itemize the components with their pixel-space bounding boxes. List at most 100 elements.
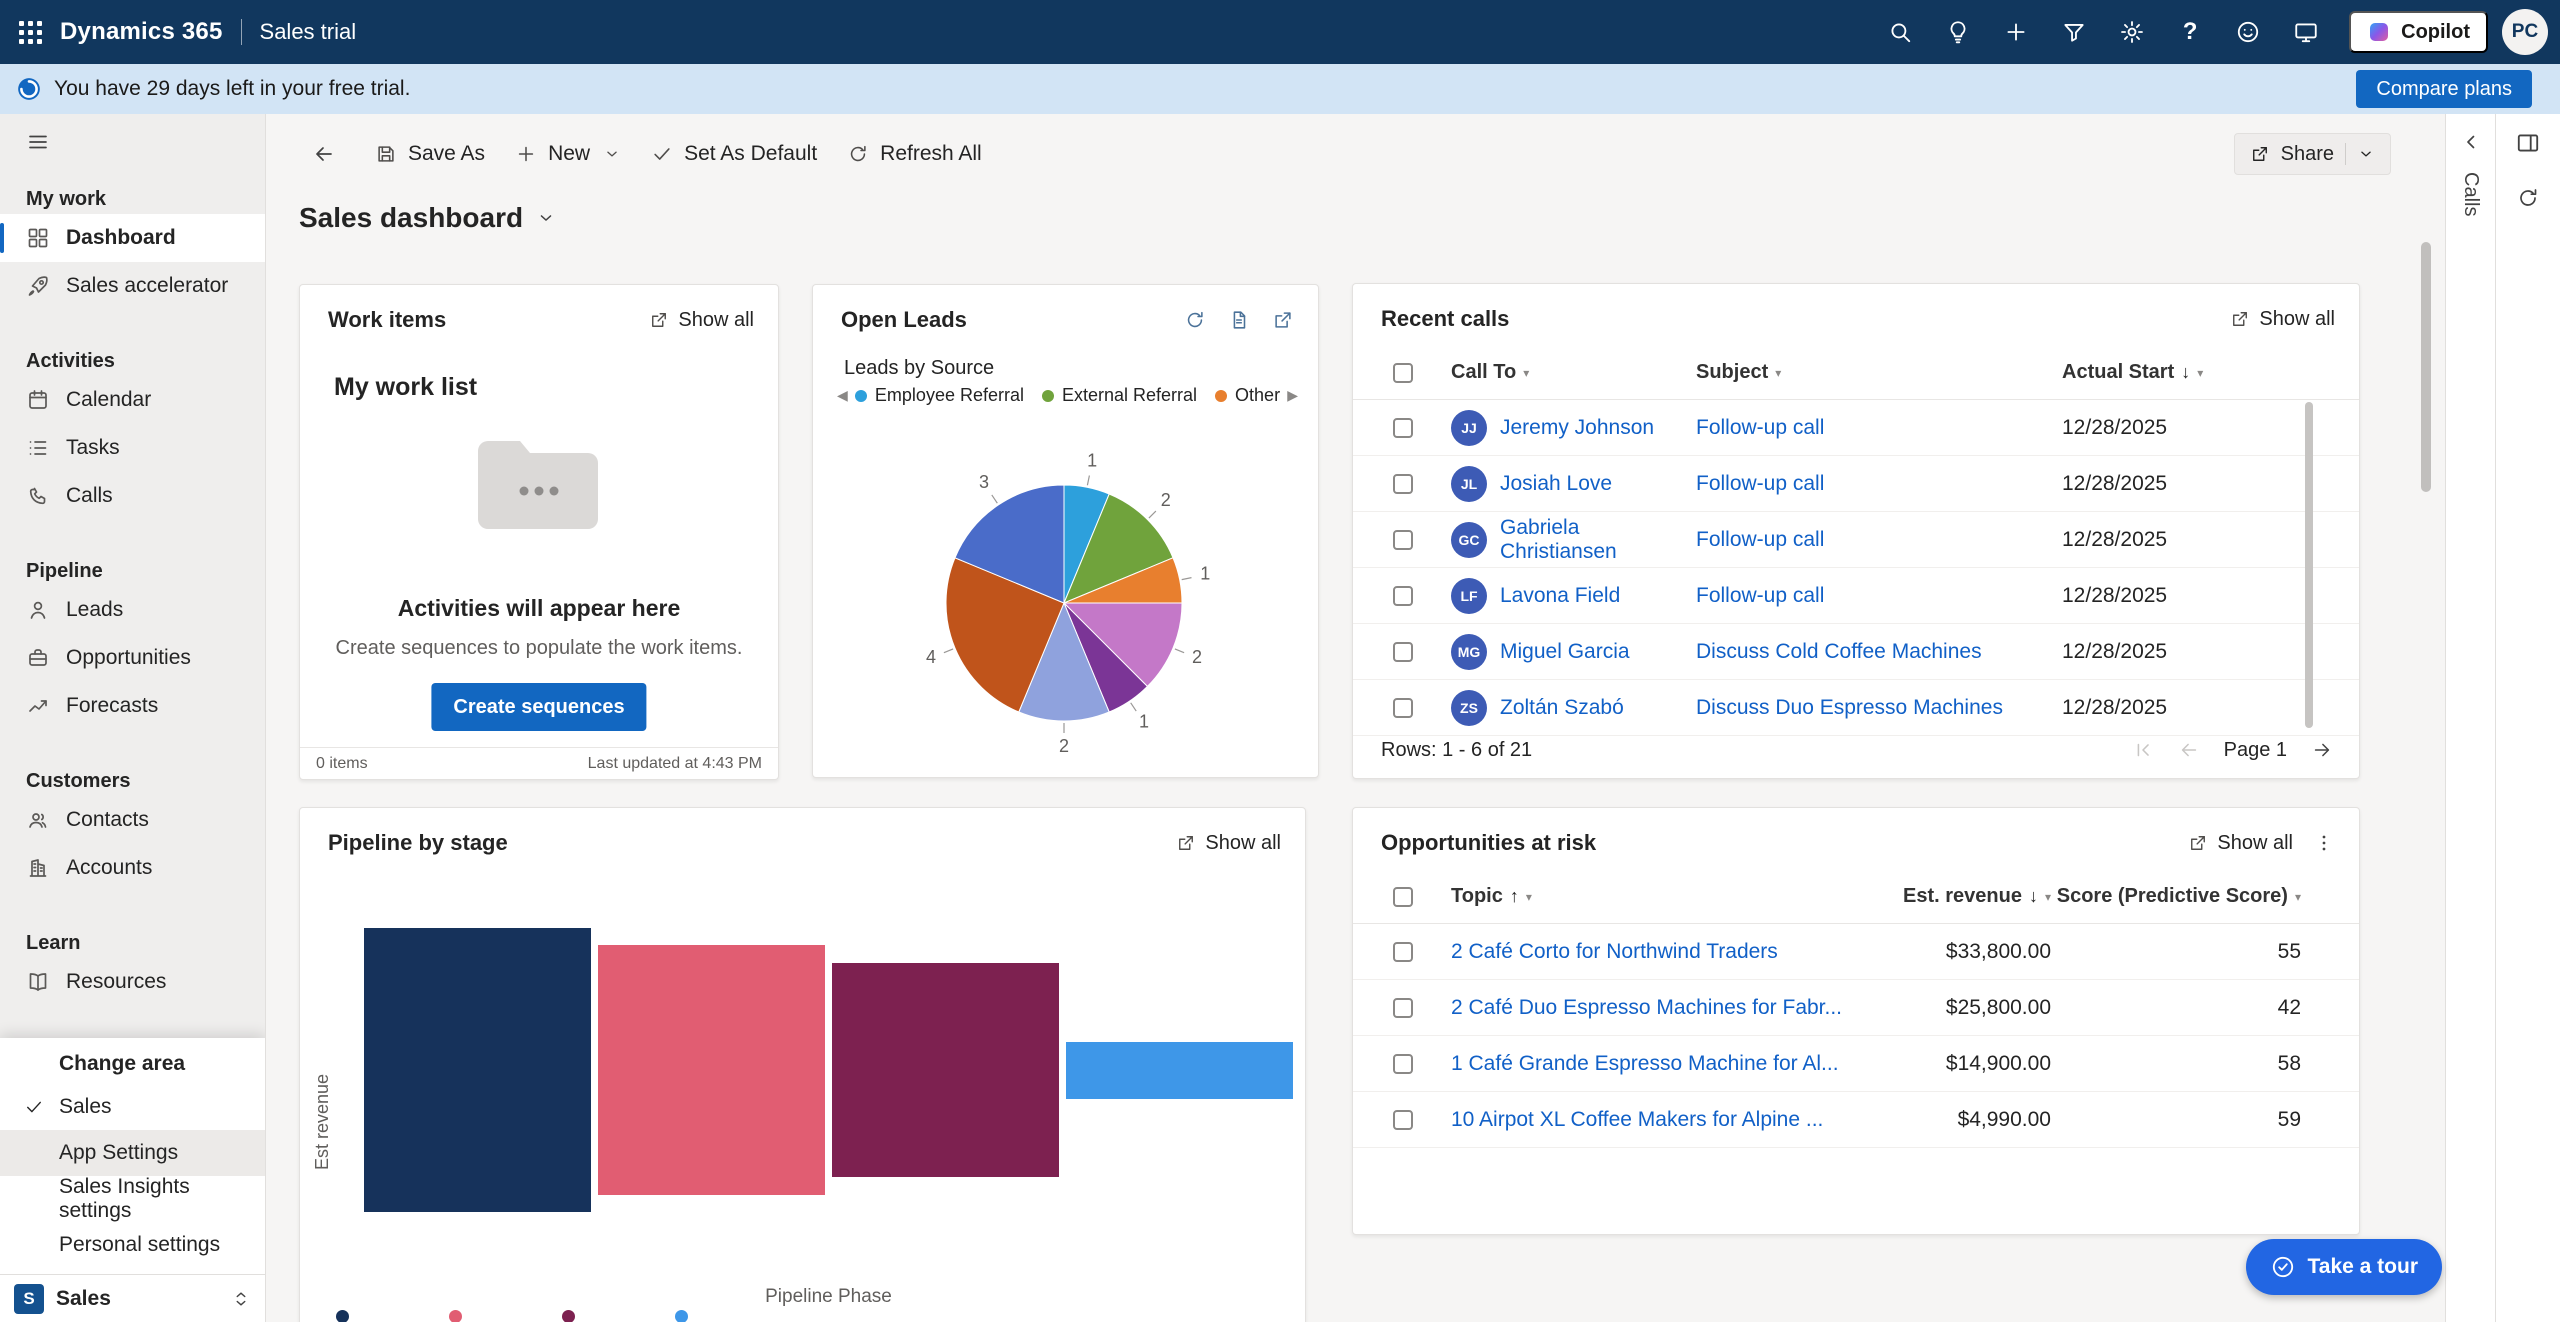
subject-link[interactable]: Follow-up call	[1696, 416, 1824, 440]
column-header-est-revenue[interactable]: Est. revenue↓▾	[1891, 885, 2051, 908]
back-button[interactable]	[302, 132, 346, 176]
copilot-pane-icon[interactable]	[2515, 130, 2541, 156]
topic-link[interactable]: 2 Café Duo Espresso Machines for Fabr...	[1451, 996, 1842, 1020]
legend-next-arrow[interactable]: ▶	[1287, 387, 1298, 404]
row-checkbox[interactable]	[1393, 530, 1413, 550]
expand-pane-chevron-left-icon[interactable]	[2459, 130, 2483, 154]
topic-link[interactable]: 1 Café Grande Espresso Machine for Al...	[1451, 1052, 1839, 1076]
sitemap-toggle-button[interactable]	[0, 114, 265, 158]
call-to-link[interactable]: Zoltán Szabó	[1500, 696, 1624, 720]
call-to-link[interactable]: Jeremy Johnson	[1500, 416, 1654, 440]
call-to-link[interactable]: Josiah Love	[1500, 472, 1612, 496]
help-button[interactable]: ?	[2161, 0, 2219, 64]
leads-by-source-pie-chart[interactable]: 12121243	[813, 423, 1319, 777]
row-checkbox[interactable]	[1393, 942, 1413, 962]
change-area-item-personal-settings[interactable]: Personal settings	[0, 1222, 265, 1268]
sidebar-item-tasks[interactable]: Tasks	[0, 424, 265, 472]
next-page-icon[interactable]	[2311, 739, 2333, 761]
share-button[interactable]: Share	[2234, 133, 2391, 175]
subject-link[interactable]: Follow-up call	[1696, 584, 1824, 608]
sidebar-item-leads[interactable]: Leads	[0, 586, 265, 634]
first-page-icon[interactable]	[2132, 739, 2154, 761]
table-row[interactable]: 10 Airpot XL Coffee Makers for Alpine ..…	[1353, 1092, 2359, 1148]
table-row[interactable]: 1 Café Grande Espresso Machine for Al...…	[1353, 1036, 2359, 1092]
row-checkbox[interactable]	[1393, 642, 1413, 662]
row-checkbox[interactable]	[1393, 418, 1413, 438]
change-area-item-sales-insights-settings[interactable]: Sales Insights settings	[0, 1176, 265, 1222]
area-switcher[interactable]: S Sales	[0, 1274, 265, 1322]
table-row[interactable]: JJJeremy Johnson Follow-up call 12/28/20…	[1353, 400, 2359, 456]
filter-button[interactable]	[2045, 0, 2103, 64]
devices-button[interactable]	[2277, 0, 2335, 64]
call-to-link[interactable]: Lavona Field	[1500, 584, 1620, 608]
row-checkbox[interactable]	[1393, 474, 1413, 494]
legend-item[interactable]: Other	[1215, 385, 1280, 406]
pipeline-show-all-link[interactable]: Show all	[1176, 832, 1281, 855]
app-launcher-button[interactable]	[0, 0, 60, 64]
funnel-bar[interactable]	[598, 945, 825, 1195]
sidebar-item-contacts[interactable]: Contacts	[0, 796, 265, 844]
recent-calls-show-all-link[interactable]: Show all	[2230, 308, 2335, 331]
sidebar-item-accounts[interactable]: Accounts	[0, 844, 265, 892]
table-row[interactable]: LFLavona Field Follow-up call 12/28/2025	[1353, 568, 2359, 624]
call-to-link[interactable]: Miguel Garcia	[1500, 640, 1630, 664]
table-row[interactable]: 2 Café Duo Espresso Machines for Fabr...…	[1353, 980, 2359, 1036]
sidebar-item-sales-accelerator[interactable]: Sales accelerator	[0, 262, 265, 310]
opportunities-show-all-link[interactable]: Show all	[2188, 832, 2293, 855]
export-report-icon[interactable]	[1228, 309, 1250, 331]
sidebar-item-calls[interactable]: Calls	[0, 472, 265, 520]
work-items-show-all-link[interactable]: Show all	[649, 309, 754, 332]
refresh-all-button[interactable]: Refresh All	[832, 132, 997, 176]
select-all-checkbox[interactable]	[1393, 363, 1413, 383]
sidebar-item-resources[interactable]: Resources	[0, 958, 265, 1006]
table-row[interactable]: GCGabriela Christiansen Follow-up call 1…	[1353, 512, 2359, 568]
popout-icon[interactable]	[1272, 309, 1294, 331]
side-pane-label[interactable]: Calls	[2459, 172, 2482, 216]
subject-link[interactable]: Discuss Duo Espresso Machines	[1696, 696, 2003, 720]
change-area-item-sales[interactable]: Sales	[0, 1084, 265, 1130]
refresh-icon[interactable]	[1184, 309, 1206, 331]
sidebar-item-dashboard[interactable]: Dashboard	[0, 214, 265, 262]
create-sequences-button[interactable]: Create sequences	[431, 683, 646, 731]
call-to-link[interactable]: Gabriela Christiansen	[1500, 516, 1696, 564]
funnel-bar[interactable]	[1066, 1042, 1293, 1099]
take-a-tour-button[interactable]: Take a tour	[2246, 1239, 2442, 1295]
quick-create-button[interactable]	[1987, 0, 2045, 64]
compare-plans-button[interactable]: Compare plans	[2356, 70, 2532, 108]
subject-link[interactable]: Follow-up call	[1696, 528, 1824, 552]
funnel-bar[interactable]	[832, 963, 1059, 1177]
sidebar-item-forecasts[interactable]: Forecasts	[0, 682, 265, 730]
topic-link[interactable]: 2 Café Corto for Northwind Traders	[1451, 940, 1778, 964]
row-checkbox[interactable]	[1393, 1110, 1413, 1130]
change-area-item-app-settings[interactable]: App Settings	[0, 1130, 265, 1176]
sync-icon[interactable]	[2516, 186, 2540, 210]
table-row[interactable]: JLJosiah Love Follow-up call 12/28/2025	[1353, 456, 2359, 512]
save-as-button[interactable]: Save As	[360, 132, 500, 176]
previous-page-icon[interactable]	[2178, 739, 2200, 761]
column-header-topic[interactable]: Topic↑▾	[1451, 885, 1891, 908]
copilot-button[interactable]: Copilot	[2349, 11, 2488, 53]
table-scrollbar[interactable]	[2305, 402, 2313, 728]
column-header-actual-start[interactable]: Actual Start↓▾	[2062, 361, 2359, 384]
subject-link[interactable]: Follow-up call	[1696, 472, 1824, 496]
legend-item[interactable]: External Referral	[1042, 385, 1197, 406]
row-checkbox[interactable]	[1393, 586, 1413, 606]
dashboard-selector[interactable]: Sales dashboard	[299, 202, 556, 234]
subject-link[interactable]: Discuss Cold Coffee Machines	[1696, 640, 1982, 664]
column-header-subject[interactable]: Subject▾	[1696, 361, 2062, 384]
settings-button[interactable]	[2103, 0, 2161, 64]
more-options-icon[interactable]	[2313, 832, 2335, 854]
sidebar-item-calendar[interactable]: Calendar	[0, 376, 265, 424]
table-row[interactable]: 2 Café Corto for Northwind Traders $33,8…	[1353, 924, 2359, 980]
table-row[interactable]: MGMiguel Garcia Discuss Cold Coffee Mach…	[1353, 624, 2359, 680]
row-checkbox[interactable]	[1393, 698, 1413, 718]
topic-link[interactable]: 10 Airpot XL Coffee Makers for Alpine ..…	[1451, 1108, 1823, 1132]
legend-item[interactable]: Employee Referral	[855, 385, 1024, 406]
legend-prev-arrow[interactable]: ◀	[837, 387, 848, 404]
column-header-call-to[interactable]: Call To▾	[1451, 361, 1696, 384]
main-scrollbar[interactable]	[2421, 242, 2431, 492]
row-checkbox[interactable]	[1393, 1054, 1413, 1074]
suggestions-button[interactable]	[1929, 0, 1987, 64]
column-header-score[interactable]: Score (Predictive Score)▾	[2051, 885, 2301, 908]
set-as-default-button[interactable]: Set As Default	[636, 132, 832, 176]
